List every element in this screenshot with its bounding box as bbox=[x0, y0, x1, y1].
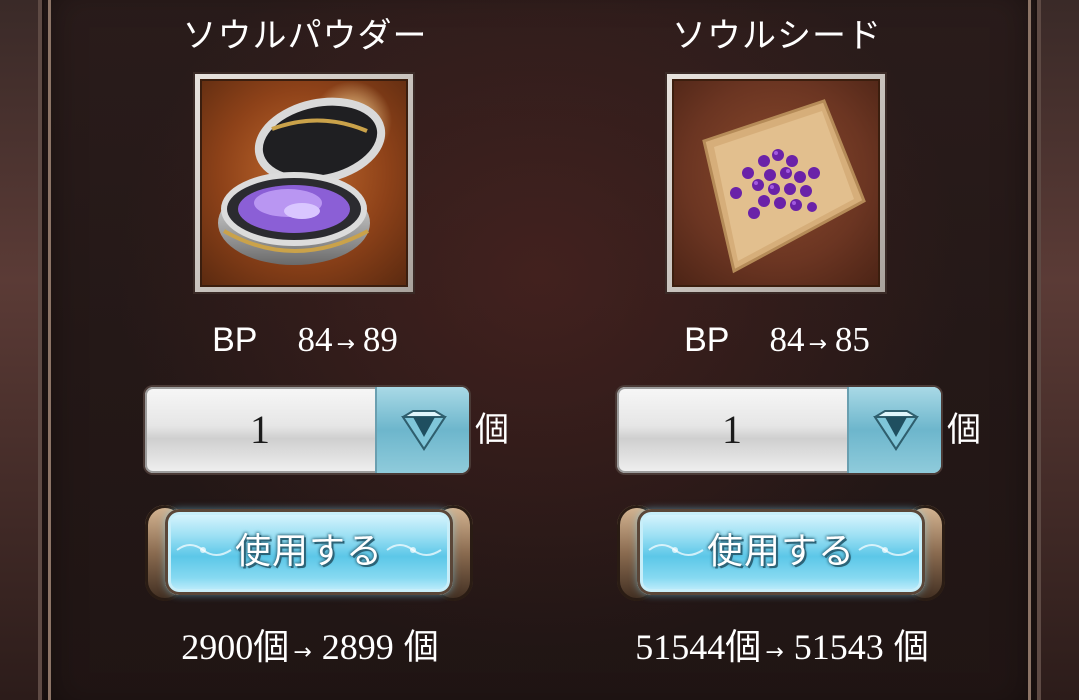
item-name: ソウルパウダー bbox=[182, 16, 428, 56]
stock-unit: 個 bbox=[403, 628, 439, 668]
bp-label: BP bbox=[212, 321, 258, 359]
quantity-unit: 個 bbox=[947, 410, 981, 450]
quantity-select[interactable]: 1 bbox=[617, 387, 941, 473]
quantity-value: 1 bbox=[722, 407, 742, 452]
stock-current: 51544個 bbox=[635, 627, 762, 667]
stock-unit: 個 bbox=[893, 628, 929, 668]
use-button-label: 使用する bbox=[234, 531, 383, 572]
dropdown-button[interactable] bbox=[847, 387, 941, 473]
stock-current: 2900個 bbox=[181, 627, 290, 667]
bp-current: 84 bbox=[297, 320, 333, 359]
soul-seed-icon bbox=[672, 79, 880, 287]
bp-after: 85 bbox=[834, 320, 870, 359]
bp-after: 89 bbox=[362, 320, 398, 359]
soul-powder-icon bbox=[200, 79, 408, 287]
quantity-row: 1 個 bbox=[617, 387, 987, 473]
item-card-soul-seed: ソウルシード BP 84 → 85 1 個 使用する 51544個 → 5154… bbox=[577, 0, 981, 700]
bp-current: 84 bbox=[769, 320, 805, 359]
arrow-icon: → bbox=[808, 332, 827, 357]
quantity-select[interactable]: 1 bbox=[145, 387, 469, 473]
quantity-unit: 個 bbox=[475, 410, 509, 450]
quantity-value: 1 bbox=[250, 407, 270, 452]
bp-change: BP 84 → 89 bbox=[105, 320, 505, 360]
stock-change: 2900個 → 2899 個 bbox=[105, 618, 515, 670]
item-card-soul-powder: ソウルパウダー BP 84 → 89 1 個 使用する 2900個 → 2899… bbox=[105, 0, 509, 700]
stock-after: 2899 bbox=[321, 627, 394, 667]
item-image-frame bbox=[667, 74, 885, 292]
arrow-icon: → bbox=[765, 640, 784, 665]
quantity-row: 1 個 bbox=[145, 387, 515, 473]
bp-change: BP 84 → 85 bbox=[577, 320, 977, 360]
arrow-icon: → bbox=[293, 640, 312, 665]
bp-label: BP bbox=[684, 321, 730, 359]
dropdown-button[interactable] bbox=[375, 387, 469, 473]
item-name: ソウルシード bbox=[672, 16, 882, 56]
use-button[interactable]: 使用する bbox=[617, 497, 945, 603]
stock-change: 51544個 → 51543 個 bbox=[577, 618, 987, 670]
stock-after: 51543 bbox=[793, 627, 884, 667]
use-button[interactable]: 使用する bbox=[145, 497, 473, 603]
item-image-frame bbox=[195, 74, 413, 292]
diamond-dropdown-icon bbox=[401, 410, 447, 451]
arrow-icon: → bbox=[336, 332, 355, 357]
use-button-label: 使用する bbox=[706, 531, 855, 572]
diamond-dropdown-icon bbox=[873, 410, 919, 451]
